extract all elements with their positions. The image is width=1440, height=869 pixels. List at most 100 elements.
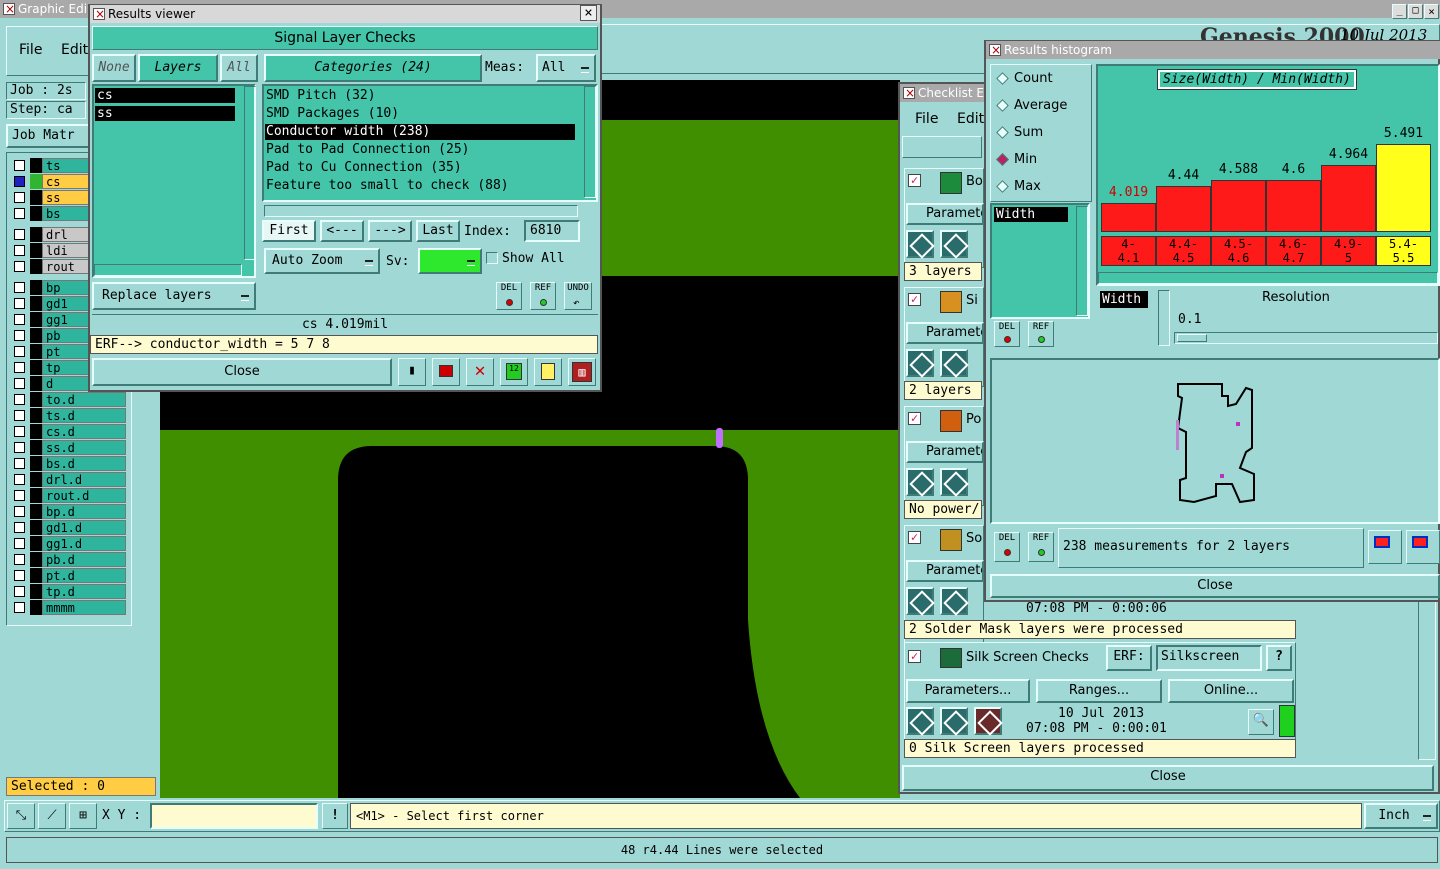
mode-max[interactable]: Max [996,179,1041,195]
histogram-window-icon[interactable] [989,41,1001,59]
silk-parameters-button[interactable]: Parameters... [906,679,1030,703]
layer-checkbox[interactable] [14,330,25,341]
layer-affected-indicator[interactable] [30,280,42,295]
layer-checkbox[interactable] [14,160,25,171]
layer-row-17[interactable]: ss.d [12,440,126,456]
rv-ref-button[interactable]: REF [530,282,556,310]
layer-checkbox[interactable] [14,538,25,549]
layer-checkbox[interactable] [14,442,25,453]
preview-del-button[interactable]: DEL [994,532,1020,562]
layer-checkbox[interactable] [14,229,25,240]
silk-run-icon[interactable] [906,707,934,735]
layer-checkbox[interactable] [14,570,25,581]
layer-affected-indicator[interactable] [30,227,42,242]
measure-list-vscroll[interactable] [1076,206,1088,316]
clear-results-icon[interactable]: ✕ [466,358,494,386]
mode-count[interactable]: Count [996,71,1053,87]
layer-list-vscroll[interactable] [244,86,256,260]
layer-affected-indicator[interactable] [30,584,42,599]
menu-edit[interactable]: Edit [61,42,88,58]
check-run-all-icon[interactable] [940,349,968,377]
layer-checkbox[interactable] [14,192,25,203]
histogram-icon[interactable]: ▥ [568,358,596,386]
measure-item-width[interactable]: Width [994,207,1068,222]
check-toggle[interactable]: ✓ [908,412,921,425]
histogram-bar[interactable] [1266,180,1321,232]
category-item[interactable]: SMD Pitch (32) [265,88,575,104]
minimize-button[interactable]: _ [1392,4,1407,19]
layer-list-hscroll[interactable] [94,264,242,276]
show-all-checkbox[interactable] [486,252,498,264]
check-toggle[interactable]: ✓ [908,293,921,306]
silk-run-all-icon[interactable] [940,707,968,735]
highlight-icon[interactable] [432,358,460,386]
layer-name[interactable]: pt.d [42,568,126,583]
window-menu-icon[interactable] [3,0,15,18]
silk-help-button[interactable]: ? [1266,645,1292,671]
layer-affected-indicator[interactable] [30,440,42,455]
layer-row-22[interactable]: gd1.d [12,520,126,536]
width-vscroll[interactable] [1158,290,1170,346]
layer-name[interactable]: tp.d [42,584,126,599]
layer-checkbox[interactable] [14,176,25,187]
numbering-icon[interactable]: 12 [500,358,528,386]
layer-affected-indicator[interactable] [30,344,42,359]
layer-checkbox[interactable] [14,298,25,309]
xy-input[interactable] [150,803,318,829]
silk-erf-field[interactable]: Silkscreen [1156,645,1262,671]
layer-checkbox[interactable] [14,245,25,256]
checklist-window-icon[interactable] [903,84,915,102]
layer-name[interactable]: ts.d [42,408,126,423]
layer-affected-indicator[interactable] [30,328,42,343]
layer-affected-indicator[interactable] [30,392,42,407]
layer-checkbox[interactable] [14,394,25,405]
silk-online-button[interactable]: Online... [1168,679,1294,703]
silk-stop-icon[interactable] [974,707,1002,735]
rv-undo-button[interactable]: UNDO ↶ [564,282,592,310]
report-icon[interactable] [534,358,562,386]
zoom-graph-icon[interactable]: ▮ [398,358,426,386]
export-graph-icon[interactable] [1368,530,1402,564]
last-button[interactable]: Last [416,220,460,242]
layer-checkbox[interactable] [14,410,25,421]
layer-affected-indicator[interactable] [30,536,42,551]
layer-row-20[interactable]: rout.d [12,488,126,504]
histogram-bar[interactable] [1211,180,1266,232]
category-item[interactable]: Conductor width (238) [265,124,575,140]
silk-check-toggle[interactable]: ✓ [908,650,921,663]
results-viewer-window-icon[interactable] [93,5,105,23]
hist-del-button[interactable]: DEL [994,321,1020,347]
prev-button[interactable]: <--- [320,220,364,242]
auto-zoom-dropdown[interactable]: Auto Zoom [264,248,380,274]
radio-diamond-icon[interactable] [996,153,1009,166]
layer-affected-indicator[interactable] [30,472,42,487]
layer-affected-indicator[interactable] [30,206,42,221]
layer-name[interactable]: gd1.d [42,520,126,535]
check-run-icon[interactable] [906,349,934,377]
layer-affected-indicator[interactable] [30,600,42,615]
histogram-bar[interactable] [1156,186,1211,232]
checklist-menu-file[interactable]: File [915,111,938,127]
checklist-close-button[interactable]: Close [902,765,1434,791]
layer-checkbox[interactable] [14,602,25,613]
category-hscroll[interactable] [264,205,578,217]
radio-diamond-icon[interactable] [996,126,1009,139]
layer-row-14[interactable]: to.d [12,392,126,408]
layer-row-24[interactable]: pb.d [12,552,126,568]
layer-affected-indicator[interactable] [30,312,42,327]
silk-ranges-button[interactable]: Ranges... [1036,679,1162,703]
radio-diamond-icon[interactable] [996,72,1009,85]
check-run-all-icon[interactable] [940,468,968,496]
layer-name[interactable]: cs.d [42,424,126,439]
check-run-icon[interactable] [906,468,934,496]
layer-checkbox[interactable] [14,362,25,373]
mode-average[interactable]: Average [996,98,1067,114]
layer-affected-indicator[interactable] [30,296,42,311]
layer-row-16[interactable]: cs.d [12,424,126,440]
layer-checkbox[interactable] [14,282,25,293]
check-parameters-button[interactable]: Paramete [906,441,984,463]
category-item[interactable]: SMD Packages (10) [265,106,575,122]
preview-ref-button[interactable]: REF [1028,532,1054,562]
histogram-close-button[interactable]: Close [990,574,1440,598]
layer-affected-indicator[interactable] [30,424,42,439]
